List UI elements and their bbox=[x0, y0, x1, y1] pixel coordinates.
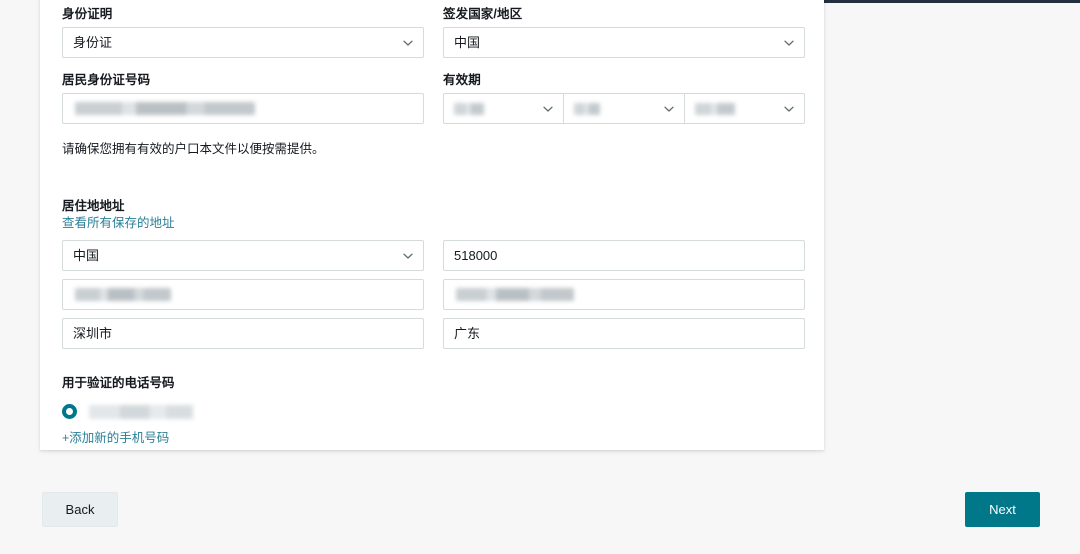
validity-label: 有效期 bbox=[443, 72, 805, 88]
address-postal-code-value: 518000 bbox=[454, 241, 497, 270]
id-type-value: 身份证 bbox=[73, 28, 112, 57]
validity-month-select[interactable] bbox=[563, 93, 683, 124]
validity-select-group bbox=[443, 93, 805, 124]
chevron-down-icon bbox=[663, 103, 675, 115]
address-country-value: 中国 bbox=[73, 241, 99, 270]
next-button[interactable]: Next bbox=[965, 492, 1040, 527]
id-type-column: 身份证明 身份证 bbox=[62, 6, 424, 58]
phone-heading: 用于验证的电话号码 bbox=[62, 375, 802, 391]
address-line2-input[interactable] bbox=[443, 279, 805, 310]
issuing-country-label: 签发国家/地区 bbox=[443, 6, 805, 22]
id-type-select[interactable]: 身份证 bbox=[62, 27, 424, 58]
chevron-down-icon bbox=[542, 103, 554, 115]
address-heading: 居住地地址 bbox=[62, 198, 802, 214]
validity-year-select[interactable] bbox=[684, 93, 805, 124]
chevron-down-icon bbox=[783, 103, 795, 115]
chevron-down-icon bbox=[402, 37, 414, 49]
id-number-input[interactable] bbox=[62, 93, 424, 124]
id-number-column: 居民身份证号码 bbox=[62, 72, 424, 124]
address-fields-row: 中国 深圳市 518000 广东 bbox=[62, 240, 802, 349]
address-province-input[interactable]: 广东 bbox=[443, 318, 805, 349]
identity-form-card: 身份证明 身份证 签发国家/地区 中国 居民身份证号码 bbox=[40, 0, 824, 450]
address-province-value: 广东 bbox=[454, 319, 480, 348]
redacted-validity-day bbox=[454, 103, 484, 115]
id-number-label: 居民身份证号码 bbox=[62, 72, 424, 88]
view-saved-addresses-link[interactable]: 查看所有保存的地址 bbox=[62, 214, 175, 232]
issuing-country-value: 中国 bbox=[454, 28, 480, 57]
issuing-country-column: 签发国家/地区 中国 bbox=[443, 6, 805, 58]
validity-column: 有效期 bbox=[443, 72, 805, 124]
issuing-country-select[interactable]: 中国 bbox=[443, 27, 805, 58]
redacted-validity-month bbox=[574, 103, 600, 115]
chevron-down-icon bbox=[783, 37, 795, 49]
id-type-label: 身份证明 bbox=[62, 6, 424, 22]
address-city-input[interactable]: 深圳市 bbox=[62, 318, 424, 349]
address-city-value: 深圳市 bbox=[73, 319, 112, 348]
chevron-down-icon bbox=[402, 250, 414, 262]
address-country-select[interactable]: 中国 bbox=[62, 240, 424, 271]
redacted-id-number bbox=[75, 102, 255, 115]
redacted-phone-number bbox=[89, 405, 193, 419]
id-type-row: 身份证明 身份证 签发国家/地区 中国 bbox=[62, 6, 802, 58]
redacted-address-line2 bbox=[456, 288, 574, 301]
address-left-column: 中国 深圳市 bbox=[62, 240, 424, 349]
form-footer-actions: Back Next bbox=[42, 492, 1040, 527]
id-number-row: 居民身份证号码 有效期 bbox=[62, 72, 802, 124]
address-street-input[interactable] bbox=[62, 279, 424, 310]
back-button[interactable]: Back bbox=[42, 492, 118, 527]
redacted-validity-year bbox=[695, 103, 735, 115]
redacted-street-line bbox=[75, 288, 171, 301]
address-right-column: 518000 广东 bbox=[443, 240, 805, 349]
validity-day-select[interactable] bbox=[443, 93, 563, 124]
address-postal-code-input[interactable]: 518000 bbox=[443, 240, 805, 271]
add-new-phone-link[interactable]: +添加新的手机号码 bbox=[62, 429, 169, 447]
phone-option-row[interactable] bbox=[62, 404, 802, 419]
phone-radio-selected[interactable] bbox=[62, 404, 77, 419]
hukou-note: 请确保您拥有有效的户口本文件以便按需提供。 bbox=[62, 140, 802, 158]
